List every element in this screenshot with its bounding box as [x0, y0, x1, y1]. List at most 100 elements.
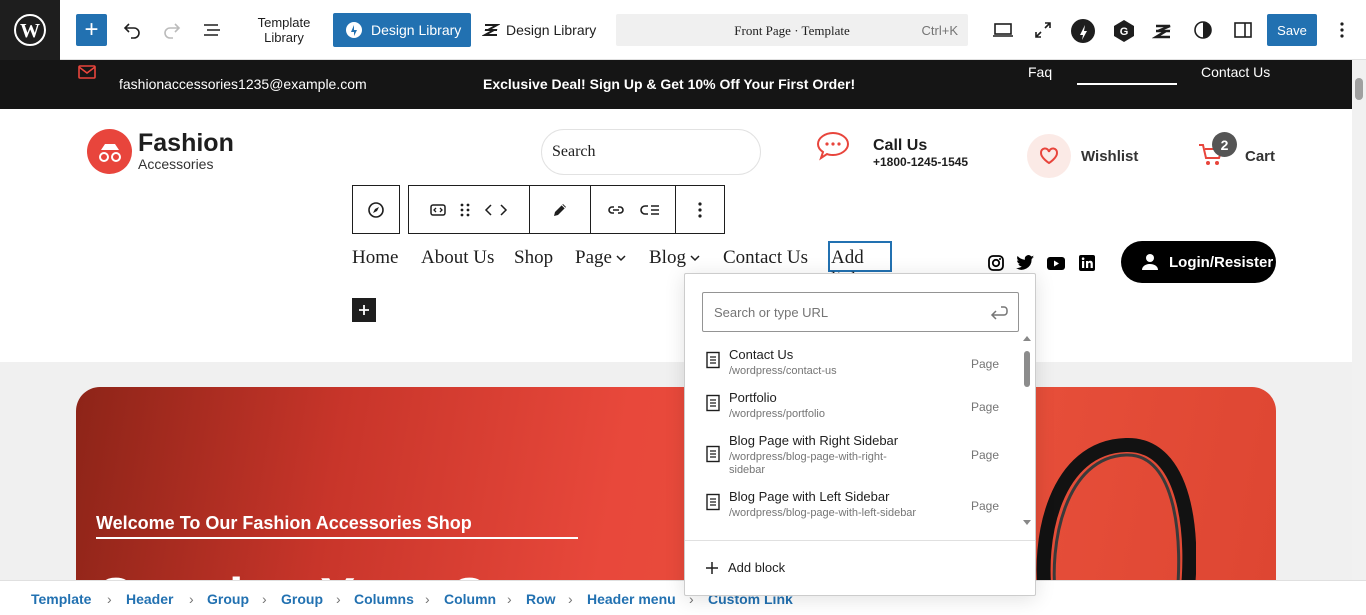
block-options-icon[interactable] — [676, 186, 724, 233]
page-scrollbar[interactable] — [1352, 60, 1366, 580]
site-tagline: Accessories — [138, 156, 214, 172]
breadcrumb-item[interactable]: Row — [526, 591, 556, 607]
popover-divider — [685, 540, 1035, 541]
faq-link[interactable]: Faq — [1028, 64, 1052, 80]
template-library-button[interactable]: Template Library — [248, 15, 320, 45]
command-palette-bar[interactable]: Front Page · Template Ctrl+K — [616, 14, 968, 46]
chevron-down-icon — [690, 255, 700, 262]
twitter-icon[interactable] — [1016, 254, 1035, 272]
block-toolbar — [408, 185, 725, 234]
linkedin-icon[interactable] — [1078, 254, 1096, 272]
login-register-button[interactable]: Login/Resister — [1121, 241, 1276, 283]
command-shortcut: Ctrl+K — [921, 23, 958, 38]
suggestion-item[interactable]: Blog Page with Left Sidebar /wordpress/b… — [705, 489, 1005, 523]
breadcrumb-item[interactable]: Template — [31, 591, 91, 607]
breadcrumb-item[interactable]: Columns — [354, 591, 414, 607]
fullscreen-icon[interactable] — [1031, 18, 1055, 42]
nav-page[interactable]: Page — [575, 247, 627, 269]
page-scrollbar-thumb[interactable] — [1355, 78, 1363, 100]
suggestion-title: Portfolio — [729, 390, 777, 405]
scroll-down-arrow[interactable] — [1023, 520, 1031, 525]
chevron-right-icon: › — [262, 591, 267, 607]
call-us-title: Call Us — [873, 137, 928, 154]
suggestion-title: Contact Us — [729, 347, 794, 362]
nav-home[interactable]: Home — [352, 247, 398, 269]
style-contrast-icon[interactable] — [1191, 18, 1215, 42]
block-controls — [409, 186, 530, 233]
spectra-icon[interactable] — [1150, 18, 1175, 43]
link-icon[interactable] — [606, 201, 626, 219]
options-menu-icon[interactable] — [1332, 18, 1352, 42]
search-input[interactable]: Search — [541, 129, 761, 175]
add-block-label: Add block — [728, 560, 786, 575]
stackable-icon — [346, 22, 362, 38]
undo-icon[interactable] — [120, 18, 144, 42]
breadcrumb-item[interactable]: Group — [281, 591, 323, 607]
logo-icon[interactable] — [87, 129, 132, 174]
save-button[interactable]: Save — [1267, 14, 1317, 46]
add-block-link[interactable]: Add block — [705, 560, 785, 575]
suggestion-item[interactable]: Portfolio /wordpress/portfolio Page — [705, 390, 1005, 424]
highlight-tool-icon[interactable] — [530, 186, 591, 233]
svg-text:G: G — [1119, 26, 1128, 38]
breadcrumb-item[interactable]: Group — [207, 591, 249, 607]
wordpress-logo-icon[interactable]: W — [0, 0, 60, 60]
desktop-preview-icon[interactable] — [990, 18, 1016, 42]
custom-link-icon[interactable] — [429, 201, 447, 219]
topbar-divider — [1077, 83, 1177, 85]
drag-handle-icon[interactable] — [459, 201, 471, 219]
add-submenu-icon[interactable] — [640, 201, 660, 219]
wishlist-label[interactable]: Wishlist — [1081, 148, 1138, 165]
site-title[interactable]: Fashion — [138, 129, 234, 157]
hero-underline — [96, 537, 578, 539]
nav-blog[interactable]: Blog — [649, 247, 701, 269]
scroll-up-arrow[interactable] — [1023, 336, 1031, 341]
contact-link[interactable]: Contact Us — [1201, 64, 1270, 80]
link-url-input[interactable]: Search or type URL — [702, 292, 1019, 332]
cart-count-badge: 2 — [1212, 132, 1237, 157]
submit-link-icon[interactable] — [989, 304, 1009, 322]
breadcrumb-item[interactable]: Header menu — [587, 591, 676, 607]
redo-icon[interactable] — [160, 18, 184, 42]
handbag-image — [1036, 437, 1196, 597]
nav-about-us[interactable]: About Us — [421, 247, 494, 269]
suggestion-item[interactable]: Blog Page with Right Sidebar /wordpress/… — [705, 433, 1005, 479]
compass-icon[interactable] — [353, 186, 399, 233]
suggestion-type: Page — [971, 448, 1000, 462]
breadcrumb-item[interactable]: Header — [126, 591, 173, 607]
hero-welcome: Welcome To Our Fashion Accessories Shop — [96, 513, 472, 533]
move-arrows-icon[interactable] — [483, 201, 509, 219]
design-library-button[interactable]: Design Library — [333, 13, 471, 47]
design-library-link[interactable]: Design Library — [482, 13, 596, 47]
document-overview-icon[interactable] — [200, 18, 224, 42]
instagram-icon[interactable] — [987, 254, 1005, 272]
user-icon — [1142, 254, 1158, 270]
cart-label[interactable]: Cart — [1245, 148, 1275, 165]
contact-email[interactable]: fashionaccessories1235@example.com — [119, 76, 367, 92]
design-library-link-label: Design Library — [506, 22, 597, 38]
phone-number[interactable]: +1800-1245-1545 — [873, 155, 968, 169]
template-title: Front Page · Template — [734, 23, 850, 38]
gutenverse-icon[interactable]: G — [1111, 18, 1136, 43]
chevron-down-icon — [616, 255, 626, 262]
wishlist-icon[interactable] — [1027, 134, 1071, 178]
breadcrumb-item[interactable]: Column — [444, 591, 496, 607]
suggestion-item[interactable]: Contact Us /wordpress/contact-us Page — [705, 347, 1005, 381]
suggestion-url: /wordpress/blog-page-with-left-sidebar — [729, 507, 917, 519]
stackable-settings-icon[interactable] — [1070, 18, 1095, 43]
nav-shop[interactable]: Shop — [514, 247, 553, 269]
plus-icon — [706, 561, 718, 574]
suggestion-url: /wordpress/contact-us — [729, 365, 837, 377]
suggestion-url: /wordpress/portfolio — [729, 408, 825, 420]
block-parent-toolbar — [352, 185, 400, 234]
nav-contact-us[interactable]: Contact Us — [723, 247, 808, 269]
add-link-field[interactable]: Add link — [828, 241, 892, 290]
suggestion-title: Blog Page with Right Sidebar — [729, 433, 899, 448]
nav-blog-label: Blog — [649, 247, 686, 268]
settings-sidebar-icon[interactable] — [1231, 18, 1255, 42]
editor-toolbar: W + Template Library Design Library Desi… — [0, 0, 1366, 60]
youtube-icon[interactable] — [1046, 254, 1066, 272]
add-block-button[interactable]: + — [76, 14, 107, 46]
block-inserter-icon[interactable] — [352, 298, 376, 322]
suggestions-scrollbar[interactable] — [1024, 351, 1030, 387]
